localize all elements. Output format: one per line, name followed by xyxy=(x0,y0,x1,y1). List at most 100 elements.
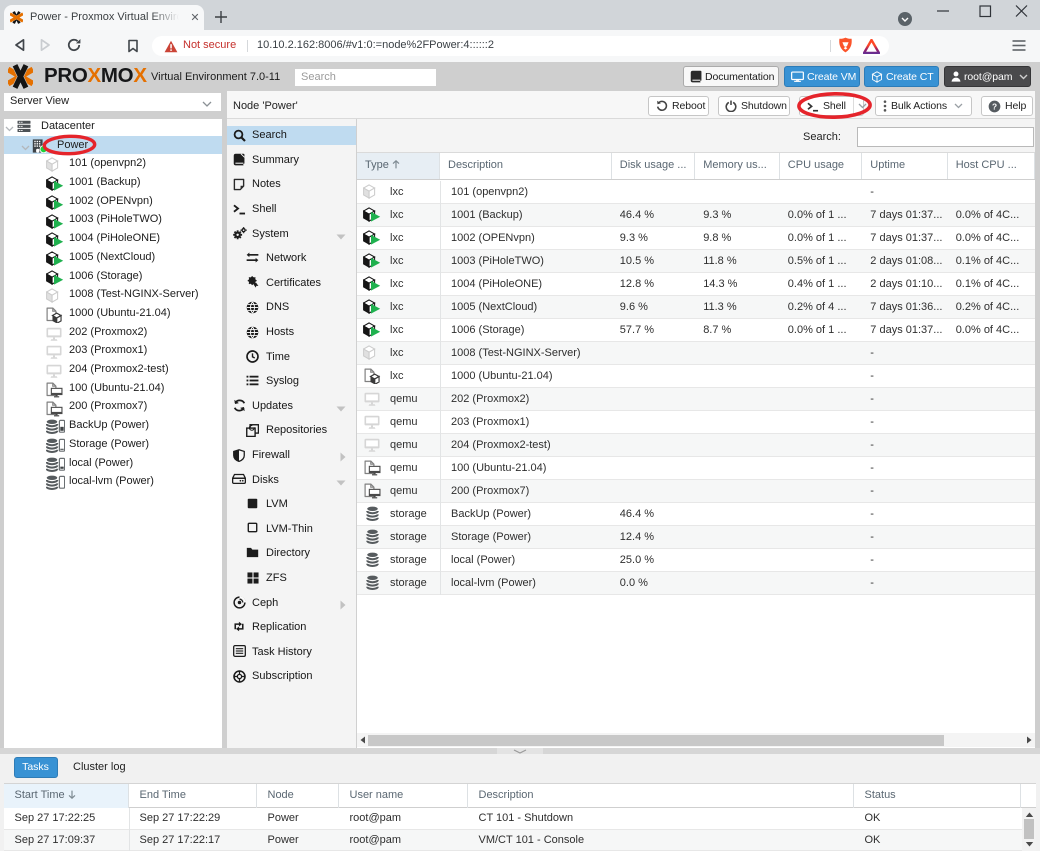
grid-row-203-proxmox1-[interactable]: qemu203 (Proxmox1)- xyxy=(357,411,1035,434)
window-maximize-button[interactable] xyxy=(970,0,1000,22)
expander-down-icon[interactable] xyxy=(336,477,346,489)
caret-down-icon[interactable] xyxy=(21,142,30,154)
menu-item-task-history[interactable]: Task History xyxy=(227,643,356,662)
tree-item-1008-test-nginx-server-[interactable]: 1008 (Test-NGINX-Server) xyxy=(4,285,222,304)
create-vm-button[interactable]: Create VM xyxy=(784,66,860,87)
expander-down-icon[interactable] xyxy=(336,403,346,415)
tree-item-1000-ubuntu-21-04-[interactable]: 1000 (Ubuntu-21.04) xyxy=(4,304,222,323)
grid-row-local-power-[interactable]: storagelocal (Power)25.0 %- xyxy=(357,549,1035,572)
tree-item-1001-backup-[interactable]: 1001 (Backup) xyxy=(4,173,222,192)
browser-menu-icon[interactable] xyxy=(1012,39,1026,55)
tree-item-1004-piholeone-[interactable]: 1004 (PiHoleONE) xyxy=(4,229,222,248)
tree-item-203-proxmox1-[interactable]: 203 (Proxmox1) xyxy=(4,341,222,360)
grid-row-1005-nextcloud-[interactable]: lxc1005 (NextCloud)9.6 %11.3 %0.2% of 4 … xyxy=(357,296,1035,319)
grid-row-1002-openvpn-[interactable]: lxc1002 (OPENvpn)9.3 %9.8 %0.0% of 1 ...… xyxy=(357,227,1035,250)
menu-item-time[interactable]: Time xyxy=(227,348,356,367)
menu-item-notes[interactable]: Notes xyxy=(227,175,356,194)
menu-item-hosts[interactable]: Hosts xyxy=(227,323,356,342)
scroll-left-arrow[interactable] xyxy=(359,736,367,744)
help-button[interactable]: ? Help xyxy=(981,96,1033,116)
task-column-node[interactable]: Node xyxy=(257,784,339,808)
tree-item-power[interactable]: Power xyxy=(4,136,222,155)
menu-item-ceph[interactable]: Ceph xyxy=(227,594,356,613)
task-column-description[interactable]: Description xyxy=(468,784,854,808)
shell-button[interactable]: Shell xyxy=(799,96,864,116)
view-mode-select[interactable]: Server View xyxy=(4,93,221,111)
menu-item-updates[interactable]: Updates xyxy=(227,397,356,416)
menu-item-directory[interactable]: Directory xyxy=(227,544,356,563)
create-ct-button[interactable]: Create CT xyxy=(864,66,939,87)
menu-item-search[interactable]: Search xyxy=(227,126,356,145)
tree-item-1002-openvpn-[interactable]: 1002 (OPENvpn) xyxy=(4,192,222,211)
documentation-button[interactable]: Documentation xyxy=(683,66,779,87)
column-header-description[interactable]: Description xyxy=(440,153,612,179)
task-row-0[interactable]: Sep 27 17:22:25Sep 27 17:22:29Powerroot@… xyxy=(4,808,1022,830)
grid-row-1001-backup-[interactable]: lxc1001 (Backup)46.4 %9.3 %0.0% of 1 ...… xyxy=(357,204,1035,227)
menu-item-firewall[interactable]: Firewall xyxy=(227,446,356,465)
column-header-cpu-usage[interactable]: CPU usage xyxy=(780,153,863,179)
user-menu-button[interactable]: root@pam xyxy=(944,66,1031,87)
tree-item-200-proxmox7-[interactable]: 200 (Proxmox7) xyxy=(4,397,222,416)
scroll-down-arrow[interactable] xyxy=(1025,841,1034,848)
grid-row-backup-power-[interactable]: storageBackUp (Power)46.4 %- xyxy=(357,503,1035,526)
grid-row-100-ubuntu-21-04-[interactable]: qemu100 (Ubuntu-21.04)- xyxy=(357,457,1035,480)
menu-item-summary[interactable]: Summary xyxy=(227,151,356,170)
tree-item-1005-nextcloud-[interactable]: 1005 (NextCloud) xyxy=(4,248,222,267)
menu-item-system[interactable]: System xyxy=(227,225,356,244)
grid-row-202-proxmox2-[interactable]: qemu202 (Proxmox2)- xyxy=(357,388,1035,411)
column-header-disk-usage-[interactable]: Disk usage ... xyxy=(612,153,695,179)
task-column-start-time[interactable]: Start Time xyxy=(4,784,129,808)
bookmark-icon[interactable] xyxy=(127,39,139,56)
tree-item-1003-piholetwo-[interactable]: 1003 (PiHoleTWO) xyxy=(4,210,222,229)
menu-item-shell[interactable]: Shell xyxy=(227,200,356,219)
task-column-status[interactable]: Status xyxy=(854,784,1021,808)
header-search-input[interactable] xyxy=(295,69,436,87)
menu-item-replication[interactable]: Replication xyxy=(227,618,356,637)
column-header-memory-us-[interactable]: Memory us... xyxy=(695,153,780,179)
tree-item-1006-storage-[interactable]: 1006 (Storage) xyxy=(4,267,222,286)
tree-item-204-proxmox2-test-[interactable]: 204 (Proxmox2-test) xyxy=(4,360,222,379)
menu-item-disks[interactable]: Disks xyxy=(227,471,356,490)
column-header-host-cpu-[interactable]: Host CPU ... xyxy=(948,153,1035,179)
grid-row-1003-piholetwo-[interactable]: lxc1003 (PiHoleTWO)10.5 %11.8 %0.5% of 1… xyxy=(357,250,1035,273)
tab-tasks[interactable]: Tasks xyxy=(14,757,58,778)
expander-right-icon[interactable] xyxy=(340,452,346,465)
grid-row-1000-ubuntu-21-04-[interactable]: lxc1000 (Ubuntu-21.04)- xyxy=(357,365,1035,388)
tab-close-icon[interactable]: ✕ xyxy=(187,10,203,26)
window-minimize-button[interactable] xyxy=(928,0,958,22)
scroll-up-arrow[interactable] xyxy=(1025,811,1034,818)
menu-item-repositories[interactable]: Repositories xyxy=(227,421,356,440)
reload-button[interactable] xyxy=(67,38,81,55)
tree-item-datacenter[interactable]: Datacenter xyxy=(4,119,222,136)
column-header-type[interactable]: Type xyxy=(357,153,440,179)
browser-tab[interactable]: Power - Proxmox Virtual Environment ✕ xyxy=(4,5,204,30)
tree-item-local-lvm-power-[interactable]: local-lvm (Power) xyxy=(4,472,222,491)
reboot-button[interactable]: Reboot xyxy=(648,96,709,116)
tree-item-local-power-[interactable]: local (Power) xyxy=(4,454,222,473)
caret-down-icon[interactable] xyxy=(5,123,14,135)
grid-row-1004-piholeone-[interactable]: lxc1004 (PiHoleONE)12.8 %14.3 %0.4% of 1… xyxy=(357,273,1035,296)
vscroll-thumb[interactable] xyxy=(1024,819,1034,839)
task-column-end-time[interactable]: End Time xyxy=(129,784,257,808)
tree-item-202-proxmox2-[interactable]: 202 (Proxmox2) xyxy=(4,323,222,342)
shell-dropdown-arrow[interactable] xyxy=(853,97,871,115)
tasks-scrollbar[interactable] xyxy=(1022,808,1036,851)
back-button[interactable] xyxy=(13,38,26,55)
grid-row-storage-power-[interactable]: storageStorage (Power)12.4 %- xyxy=(357,526,1035,549)
menu-item-subscription[interactable]: Subscription xyxy=(227,667,356,686)
expander-down-icon[interactable] xyxy=(336,231,346,243)
menu-item-dns[interactable]: DNS xyxy=(227,298,356,317)
window-close-button[interactable] xyxy=(1006,0,1036,22)
new-tab-button[interactable] xyxy=(213,9,229,25)
grid-row-101-openvpn2-[interactable]: lxc101 (openvpn2)- xyxy=(357,181,1035,204)
menu-item-certificates[interactable]: Certificates xyxy=(227,274,356,293)
tree-item-backup-power-[interactable]: BackUp (Power) xyxy=(4,416,222,435)
brave-rewards-icon[interactable] xyxy=(863,39,880,57)
menu-item-lvm[interactable]: LVM xyxy=(227,495,356,514)
menu-item-network[interactable]: Network xyxy=(227,249,356,268)
column-header-uptime[interactable]: Uptime xyxy=(862,153,947,179)
bulk-actions-button[interactable]: Bulk Actions xyxy=(875,96,972,116)
grid-search-input[interactable] xyxy=(857,127,1034,147)
task-row-1[interactable]: Sep 27 17:09:37Sep 27 17:22:17Powerroot@… xyxy=(4,830,1022,851)
brave-shield-icon[interactable] xyxy=(838,37,853,56)
